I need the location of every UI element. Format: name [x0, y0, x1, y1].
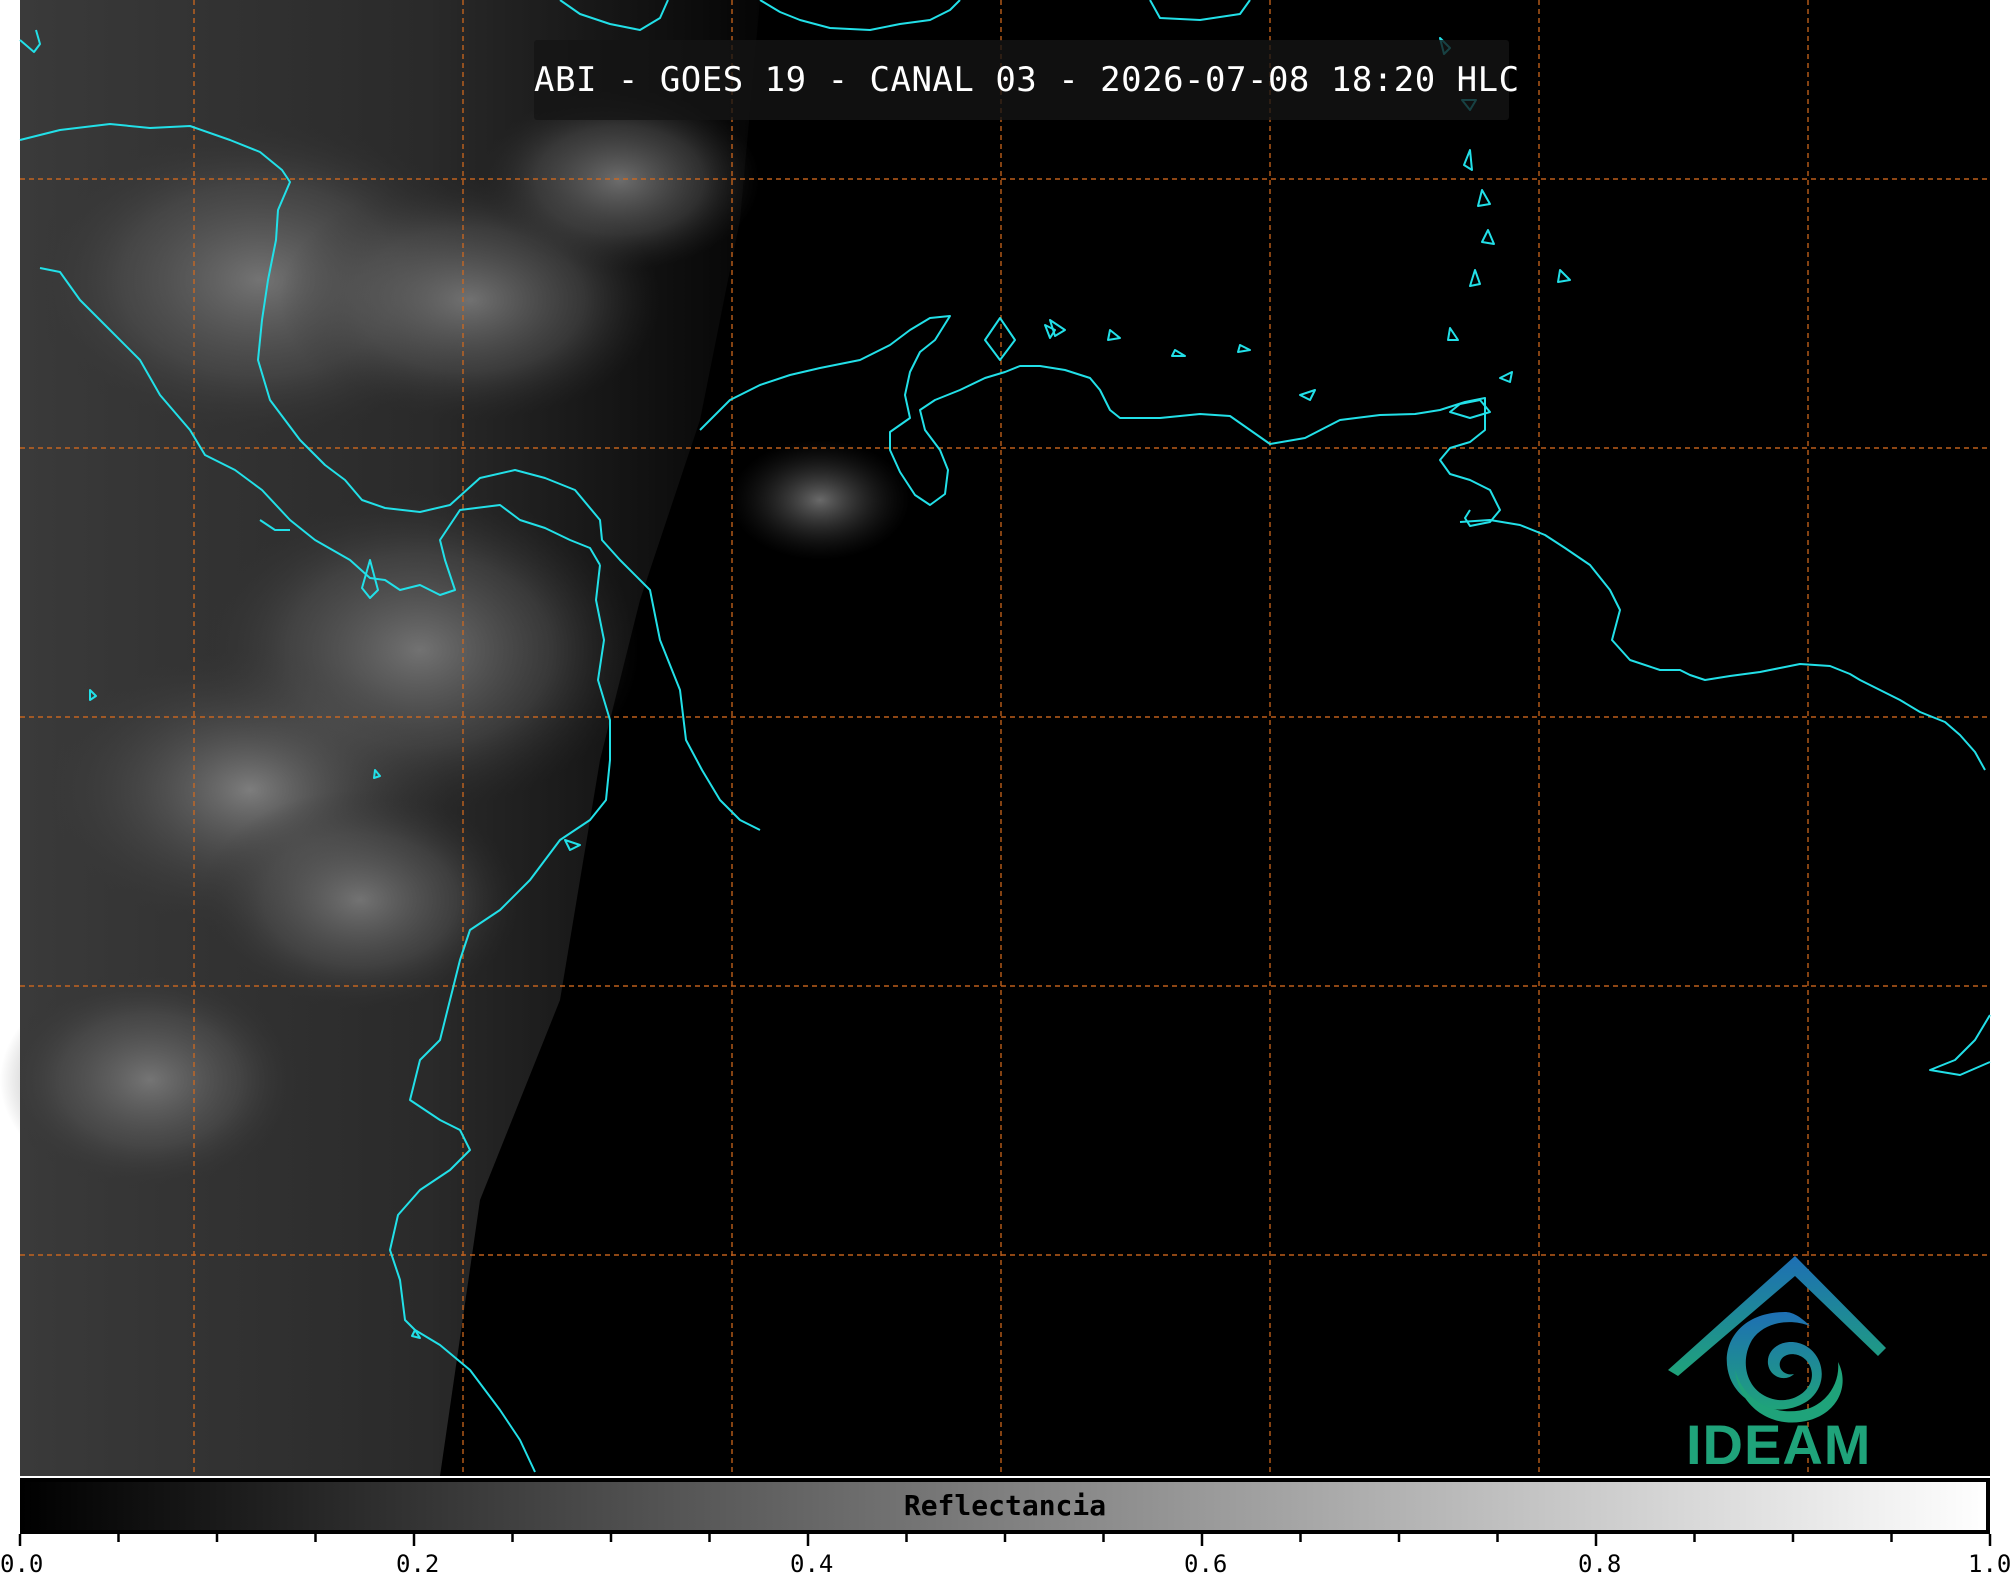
colorbar-tick-label: 0.4: [790, 1550, 834, 1577]
colorbar-tick-label: 0.2: [396, 1550, 440, 1577]
image-title: ABI - GOES 19 - CANAL 03 - 2026-07-08 18…: [534, 60, 1520, 100]
colorbar-tick-label: 1.0: [1968, 1550, 2011, 1577]
colorbar-tick-label: 0.8: [1578, 1550, 1622, 1577]
cloud-cluster: [200, 790, 520, 1010]
colorbar-tick-label: 0.0: [0, 1550, 44, 1577]
colorbar-tick-label: 0.6: [1184, 1550, 1228, 1577]
cloud-cluster: [730, 440, 910, 560]
cloud-cluster: [0, 970, 300, 1190]
satellite-image-viewer: ABI - GOES 19 - CANAL 03 - 2026-07-08 18…: [0, 0, 2011, 1577]
satellite-map: [0, 0, 1992, 1546]
colorbar-label: Reflectancia: [903, 1489, 1107, 1522]
colorbar-ticks: [18, 1534, 1992, 1546]
ideam-logo-text: IDEAM: [1686, 1413, 1872, 1476]
